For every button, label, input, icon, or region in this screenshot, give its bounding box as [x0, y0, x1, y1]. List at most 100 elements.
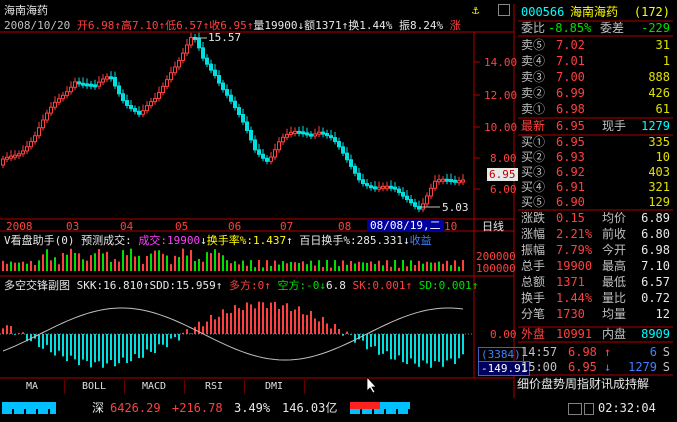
- time-tick: 08: [338, 220, 352, 233]
- quote-stock-name: 海南海药: [570, 5, 619, 19]
- volume-bar: [94, 253, 96, 271]
- stock-code: 000566: [521, 5, 565, 19]
- candle-body: [377, 186, 381, 190]
- candle-body: [73, 81, 77, 88]
- candle-body: [389, 185, 393, 189]
- candle-body: [393, 186, 397, 190]
- candle-body: [229, 94, 233, 102]
- candle-body: [397, 188, 401, 193]
- stat-value: 7.10: [641, 259, 670, 273]
- volume-bar: [442, 263, 444, 271]
- volume-series: [2, 248, 464, 271]
- indicator-bar: [230, 312, 232, 334]
- candle-body: [65, 91, 69, 96]
- sell-row[interactable]: 卖② 6.99 426: [518, 86, 673, 101]
- indicator-bar: [442, 334, 444, 367]
- last-label: 最新: [521, 119, 546, 133]
- sell-row[interactable]: 卖⑤ 7.02 31: [518, 38, 673, 53]
- candle-body: [181, 52, 185, 61]
- sell-label: 卖②: [521, 86, 546, 100]
- sell-price: 7.00: [556, 70, 585, 84]
- volume-bar: [78, 253, 80, 271]
- volume-bar: [126, 255, 128, 271]
- volume-bar: [142, 263, 144, 271]
- candle-body: [297, 130, 301, 134]
- candle-body: [25, 146, 29, 152]
- volume-bar: [382, 265, 384, 271]
- candle-body: [121, 93, 125, 102]
- tab-rsi[interactable]: RSI: [184, 380, 245, 394]
- indicator-bar: [74, 334, 76, 360]
- volume-bar: [66, 254, 68, 271]
- indicator-bar: [254, 308, 256, 334]
- indicator-bar: [78, 334, 80, 366]
- indicator-panel-header: 多空交锋副图 SKK:16.810↑SDD:15.959↑ 多方:0↑ 空方:-…: [4, 279, 479, 292]
- indicator-bar: [306, 314, 308, 334]
- tab-boll[interactable]: BOLL: [64, 380, 125, 394]
- buy-row[interactable]: 买③ 6.92 403: [518, 165, 673, 180]
- status-window-icon[interactable]: [568, 403, 582, 415]
- quote-header: 000566 海南海药 (172): [518, 5, 673, 20]
- candle-body: [353, 165, 357, 174]
- indicator-bar: [126, 334, 128, 363]
- quote-bottom-tabs[interactable]: 细价盘势周指财讯成持解: [517, 378, 649, 391]
- tab-ma[interactable]: MA: [0, 380, 65, 394]
- buy-row[interactable]: 买⑤ 6.90 129: [518, 195, 673, 210]
- indicator-bar: [190, 333, 192, 334]
- buy-row[interactable]: 买② 6.93 10: [518, 150, 673, 165]
- candle-body: [241, 113, 245, 123]
- stat-label: 均价: [602, 211, 627, 225]
- outer-value: 10991: [556, 327, 593, 341]
- indicator-bar: [94, 334, 96, 363]
- indicator-bar: [166, 334, 168, 348]
- volume-bar: [326, 260, 328, 271]
- bear-value: 空方:-0: [277, 279, 320, 292]
- indicator-bar: [286, 303, 288, 334]
- volume-bar: [22, 261, 24, 271]
- sell-row[interactable]: 卖④ 7.01 1: [518, 54, 673, 69]
- buy-row[interactable]: 买④ 6.91 321: [518, 180, 673, 195]
- candle-body: [97, 81, 101, 87]
- period-label[interactable]: 日线: [482, 220, 504, 233]
- candle-body: [233, 100, 237, 109]
- volume-bar: [86, 260, 88, 271]
- candle-body: [109, 76, 113, 80]
- volume-bar: [106, 251, 108, 271]
- indicator-bar: [386, 334, 388, 352]
- buy-row[interactable]: 买① 6.95 335: [518, 135, 673, 150]
- indicator-bar: [262, 302, 264, 334]
- indicator-bar: [82, 334, 84, 360]
- volume-bar: [402, 260, 404, 271]
- indicator-bar: [422, 334, 424, 361]
- volume-bar: [62, 253, 64, 271]
- indicator-bar: [258, 301, 260, 334]
- stat-value: 1730: [556, 307, 585, 321]
- volume-bar: [398, 267, 400, 271]
- indicator-bar: [70, 334, 72, 356]
- volume-bar: [322, 266, 324, 271]
- tab-macd[interactable]: MACD: [124, 380, 185, 394]
- time-tick: 04: [120, 220, 134, 233]
- weicha-label: 委差: [600, 21, 625, 35]
- indicator-value: 6.8: [325, 279, 346, 292]
- candlestick-series: [1, 32, 465, 213]
- volume-bar: [114, 259, 116, 271]
- index-change: +216.78: [172, 401, 223, 415]
- volume-bar: [42, 254, 44, 271]
- tick-direction: S: [662, 345, 670, 359]
- volume-bar: [274, 260, 276, 271]
- tick-direction: S: [662, 360, 670, 374]
- candle-body: [341, 146, 345, 154]
- sell-row[interactable]: 卖① 6.98 61: [518, 102, 673, 117]
- price-tick: 12.00: [484, 89, 518, 102]
- status-lock-icon[interactable]: [584, 403, 594, 415]
- indicator-bar: [406, 334, 408, 365]
- sell-row[interactable]: 卖③ 7.00 888: [518, 70, 673, 85]
- turnover-rate-label: 换手率%:1.437: [206, 234, 287, 247]
- indicator-bar: [162, 334, 164, 345]
- tab-dmi[interactable]: DMI: [244, 380, 305, 394]
- indicator-bar: [354, 334, 356, 343]
- candle-body: [433, 180, 437, 189]
- stat-row: 涨跌 0.15 均价 6.89: [518, 211, 673, 226]
- candle-body: [337, 141, 341, 148]
